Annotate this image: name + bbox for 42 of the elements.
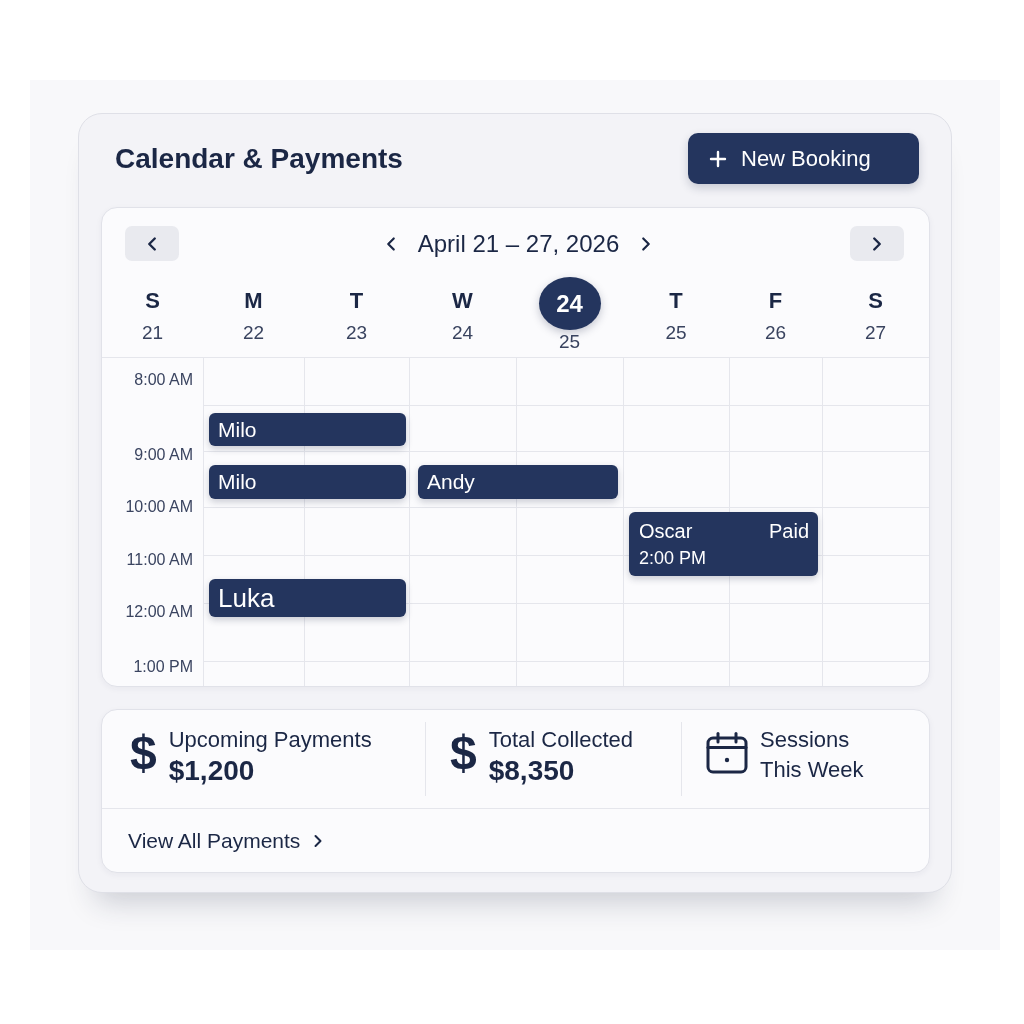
day-date: 25 bbox=[558, 331, 581, 353]
day-date: 25 bbox=[665, 322, 687, 344]
day-label: 24 bbox=[538, 277, 601, 330]
day-date: 24 bbox=[451, 322, 474, 344]
day-date: 21 bbox=[141, 322, 164, 344]
stat-label: Sessions This Week bbox=[760, 726, 865, 784]
time-label: 10:00 AM bbox=[125, 497, 193, 517]
day-label: T bbox=[349, 289, 364, 313]
event-time: 2:00 PM bbox=[639, 547, 708, 570]
event-block[interactable]: Milo bbox=[209, 413, 406, 446]
day-date: 23 bbox=[345, 322, 368, 344]
day-label: S bbox=[145, 289, 160, 313]
dollar-icon: $ bbox=[130, 729, 157, 777]
dollar-icon: $ bbox=[450, 729, 477, 777]
time-label: 12:00 AM bbox=[125, 602, 193, 622]
event-block[interactable]: Oscar Paid 2:00 PM bbox=[629, 512, 818, 576]
time-label: 1:00 PM bbox=[133, 657, 193, 677]
calendar-icon bbox=[706, 732, 748, 774]
stat-value: $8,350 bbox=[488, 755, 576, 787]
view-all-payments-link[interactable]: View All Payments bbox=[128, 828, 329, 853]
event-name: Oscar bbox=[639, 519, 693, 544]
day-date: 27 bbox=[864, 322, 887, 344]
payment-status: Paid bbox=[768, 519, 809, 544]
day-label: F bbox=[768, 289, 783, 313]
day-date: 22 bbox=[242, 322, 265, 344]
time-label: 11:00 AM bbox=[126, 550, 193, 570]
stat-label: Total Collected bbox=[488, 726, 633, 754]
day-label: W bbox=[452, 289, 473, 313]
event-block[interactable]: Luka bbox=[209, 579, 406, 617]
time-label: 9:00 AM bbox=[134, 445, 193, 465]
card-title: Calendar & Payments bbox=[115, 142, 403, 175]
new-booking-button[interactable]: New Booking bbox=[688, 133, 919, 184]
day-label: T bbox=[669, 289, 683, 313]
time-label: 8:00 AM bbox=[134, 370, 193, 390]
event-block[interactable]: Milo bbox=[209, 465, 406, 499]
stat-label: Upcoming Payments bbox=[168, 726, 372, 754]
day-label: S bbox=[868, 289, 883, 313]
stat-value: $1,200 bbox=[168, 755, 256, 787]
event-block[interactable]: Andy bbox=[418, 465, 618, 499]
date-range-label: April 21 – 27, 2026 bbox=[417, 229, 620, 258]
day-date: 26 bbox=[764, 322, 787, 344]
day-label: M bbox=[244, 289, 263, 313]
